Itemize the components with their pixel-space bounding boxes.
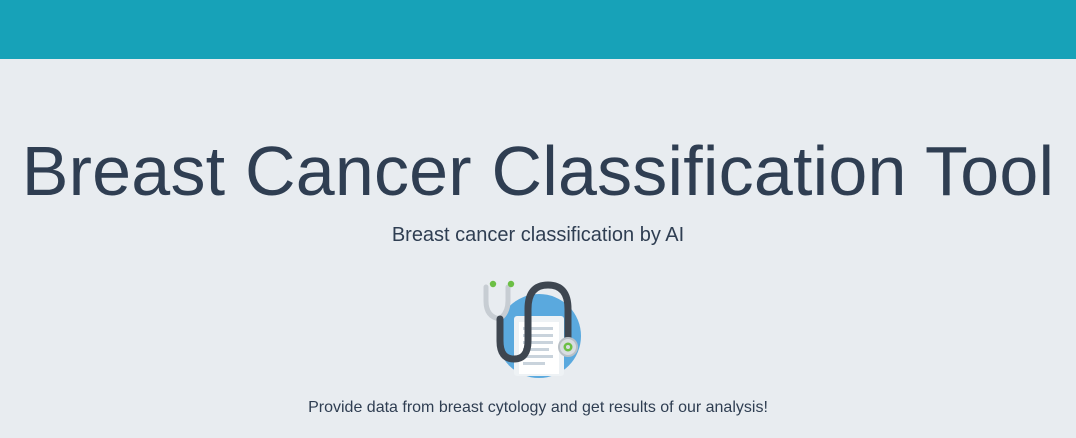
page-title: Breast Cancer Classification Tool	[21, 132, 1055, 210]
hero-section: Breast Cancer Classification Tool Breast…	[0, 59, 1076, 438]
page-subtitle: Breast cancer classification by AI	[391, 224, 685, 246]
top-navbar	[0, 0, 1076, 59]
stethoscope-clipboard-icon	[478, 279, 588, 383]
page-tagline: Provide data from breast cytology and ge…	[308, 399, 768, 416]
